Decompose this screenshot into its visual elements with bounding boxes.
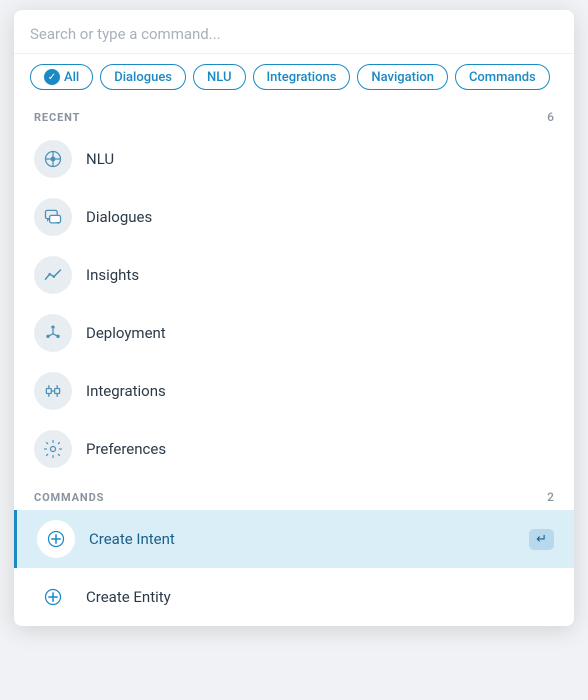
- command-item-create-intent[interactable]: Create Intent ↵: [14, 510, 574, 568]
- nlu-icon: [34, 140, 72, 178]
- recent-item-deployment-label: Deployment: [86, 324, 166, 342]
- insights-icon: [34, 256, 72, 294]
- recent-item-nlu[interactable]: NLU: [14, 130, 574, 188]
- recent-item-nlu-label: NLU: [86, 150, 114, 168]
- filter-bar: ✓ All Dialogues NLU Integrations Navigat…: [14, 54, 574, 102]
- recent-item-insights-label: Insights: [86, 266, 139, 284]
- recent-item-integrations-label: Integrations: [86, 382, 166, 400]
- filter-chip-nlu[interactable]: NLU: [193, 64, 245, 90]
- deployment-icon: [34, 314, 72, 352]
- integrations-icon: [34, 372, 72, 410]
- commands-section-count: 2: [547, 490, 554, 504]
- command-item-create-entity-label: Create Entity: [86, 588, 171, 606]
- command-palette: ✓ All Dialogues NLU Integrations Navigat…: [14, 10, 574, 626]
- recent-item-dialogues[interactable]: Dialogues: [14, 188, 574, 246]
- recent-item-deployment[interactable]: Deployment: [14, 304, 574, 362]
- command-item-create-intent-label: Create Intent: [89, 530, 175, 548]
- search-input[interactable]: [30, 25, 558, 43]
- create-intent-icon: [37, 520, 75, 558]
- filter-chip-navigation[interactable]: Navigation: [357, 64, 448, 90]
- filter-label-navigation: Navigation: [371, 70, 434, 85]
- command-item-create-entity[interactable]: Create Entity: [14, 568, 574, 626]
- preferences-icon: [34, 430, 72, 468]
- recent-item-integrations[interactable]: Integrations: [14, 362, 574, 420]
- filter-label-commands: Commands: [469, 70, 536, 85]
- recent-item-preferences[interactable]: Preferences: [14, 420, 574, 478]
- filter-chip-integrations[interactable]: Integrations: [253, 64, 351, 90]
- recent-section-title: RECENT: [34, 111, 80, 124]
- recent-item-preferences-label: Preferences: [86, 440, 166, 458]
- create-entity-icon: [34, 578, 72, 616]
- filter-label-all: All: [64, 70, 79, 85]
- filter-chip-commands[interactable]: Commands: [455, 64, 550, 90]
- recent-item-dialogues-label: Dialogues: [86, 208, 152, 226]
- search-bar: [14, 10, 574, 54]
- recent-item-insights[interactable]: Insights: [14, 246, 574, 304]
- recent-section-header: RECENT 6: [14, 102, 574, 130]
- filter-label-integrations: Integrations: [267, 70, 337, 85]
- commands-section-title: COMMANDS: [34, 491, 104, 504]
- recent-section-count: 6: [547, 110, 554, 124]
- commands-section-header: COMMANDS 2: [14, 482, 574, 510]
- filter-label-dialogues: Dialogues: [114, 70, 172, 85]
- enter-badge: ↵: [529, 529, 554, 550]
- filter-label-nlu: NLU: [207, 70, 231, 85]
- filter-chip-dialogues[interactable]: Dialogues: [100, 64, 186, 90]
- dialogues-icon: [34, 198, 72, 236]
- check-icon: ✓: [44, 69, 60, 85]
- filter-chip-all[interactable]: ✓ All: [30, 64, 93, 90]
